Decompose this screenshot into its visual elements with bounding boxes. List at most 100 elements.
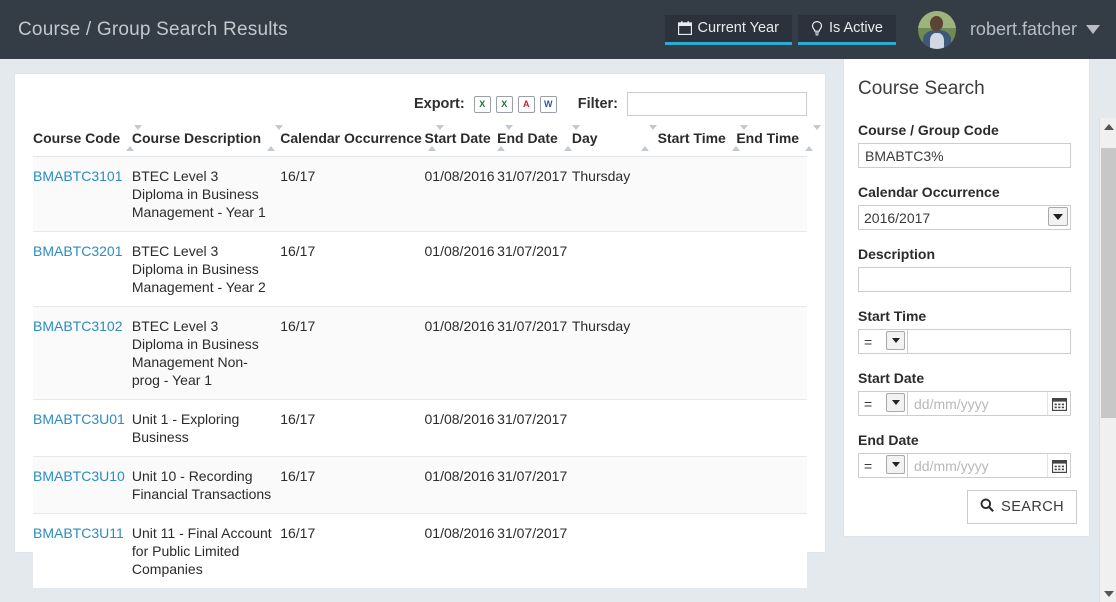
table-row: BMABTC3102 BTEC Level 3 Diploma in Busine… xyxy=(33,306,807,400)
course-code-link[interactable]: BMABTC3102 xyxy=(33,318,122,334)
is-active-label: Is Active xyxy=(828,20,883,36)
course-code-input[interactable] xyxy=(858,143,1071,168)
cell-course-code: BMABTC3101 xyxy=(33,156,132,232)
cell-course-description: Unit 11 - Final Account for Public Limit… xyxy=(131,513,281,589)
course-code-link[interactable]: BMABTC3U10 xyxy=(33,468,125,484)
top-bar: Course / Group Search Results Current Ye… xyxy=(0,0,1116,59)
column-label: Day xyxy=(571,130,598,146)
column-header-day[interactable]: Day xyxy=(571,125,658,157)
course-search-form: Course Search Course / Group Code Calend… xyxy=(844,59,1089,478)
cell-course-description: BTEC Level 3 Diploma in Business Managem… xyxy=(131,231,281,307)
calendar-icon xyxy=(677,21,692,35)
export-pdf-icon[interactable]: A xyxy=(517,95,535,113)
cell-end-time xyxy=(736,399,807,457)
description-input[interactable] xyxy=(858,267,1071,292)
column-header-end-date[interactable]: End Date xyxy=(497,125,580,157)
avatar-shirt xyxy=(929,32,945,49)
description-label: Description xyxy=(858,246,936,262)
cell-end-time xyxy=(736,306,807,400)
table-body: BMABTC3101 BTEC Level 3 Diploma in Busine… xyxy=(33,156,807,589)
export-xml-icon[interactable]: X xyxy=(473,95,491,113)
start-time-input[interactable] xyxy=(908,329,1071,354)
cell-course-code: BMABTC3102 xyxy=(33,306,132,400)
cell-start-time xyxy=(657,306,737,400)
filter-label: Filter: xyxy=(577,96,618,112)
table-header-row: Course Code Course Description Calendar … xyxy=(33,125,822,157)
calendar-occurrence-select[interactable]: 2016/2017 xyxy=(858,205,1071,230)
calendar-icon[interactable] xyxy=(1047,454,1070,477)
start-time-label: Start Time xyxy=(858,308,927,324)
end-date-operator-select[interactable]: = xyxy=(858,453,908,478)
table-header: Course Code Course Description Calendar … xyxy=(33,125,822,157)
column-label: Calendar Occurrence xyxy=(280,130,422,146)
cell-day xyxy=(571,231,658,307)
field-start-date: Start Date = xyxy=(858,370,1071,416)
scrollbar-thumb[interactable] xyxy=(1101,148,1116,418)
results-panel: Export: X X A W Filter: Course Code Cour… xyxy=(14,73,826,589)
cell-start-date: 01/08/2016 xyxy=(424,399,498,457)
table-row: BMABTC3101 BTEC Level 3 Diploma in Busine… xyxy=(33,156,807,232)
cell-course-code: BMABTC3201 xyxy=(33,231,132,307)
cell-day: Thursday xyxy=(571,156,658,232)
column-header-course-code[interactable]: Course Code xyxy=(33,125,143,157)
scroll-up-arrow-icon[interactable] xyxy=(1100,118,1116,135)
cell-calendar-occurrence: 16/17 xyxy=(280,156,425,232)
is-active-toggle[interactable]: Is Active xyxy=(797,14,896,45)
column-header-calendar-occurrence[interactable]: Calendar Occurrence xyxy=(280,125,444,157)
avatar[interactable] xyxy=(917,10,956,49)
magnifier-icon xyxy=(980,498,995,516)
column-label: Course Code xyxy=(33,130,121,146)
course-code-link[interactable]: BMABTC3U01 xyxy=(33,411,125,427)
cell-start-date: 01/08/2016 xyxy=(424,306,498,400)
calendar-icon[interactable] xyxy=(1047,392,1070,415)
cell-course-description: BTEC Level 3 Diploma in Business Managem… xyxy=(131,156,281,232)
table-row: BMABTC3U11 Unit 11 - Final Account for Pu… xyxy=(33,513,807,589)
table-row: BMABTC3U10 Unit 10 - Recording Financial … xyxy=(33,456,807,514)
course-search-panel: Course Search Course / Group Code Calend… xyxy=(843,59,1090,537)
cell-end-date: 31/07/2017 xyxy=(497,231,572,307)
column-header-course-description[interactable]: Course Description xyxy=(131,125,284,157)
start-time-operator-select[interactable]: = xyxy=(858,329,908,354)
cell-course-description: Unit 10 - Recording Financial Transactio… xyxy=(131,456,281,514)
cell-day xyxy=(571,513,658,589)
current-year-toggle[interactable]: Current Year xyxy=(664,14,792,45)
avatar-head xyxy=(930,16,944,31)
course-search-title: Course Search xyxy=(858,78,985,99)
cell-start-date: 01/08/2016 xyxy=(424,513,498,589)
filter-input[interactable] xyxy=(627,92,807,116)
cell-calendar-occurrence: 16/17 xyxy=(280,231,425,307)
field-course-code: Course / Group Code xyxy=(858,122,1071,168)
cell-start-date: 01/08/2016 xyxy=(424,231,498,307)
cell-start-time xyxy=(657,513,737,589)
cell-course-description: BTEC Level 3 Diploma in Business Managem… xyxy=(131,306,281,400)
start-date-operator-select[interactable]: = xyxy=(858,391,908,416)
end-date-label: End Date xyxy=(858,432,919,448)
cell-end-time xyxy=(736,456,807,514)
cell-start-time xyxy=(657,399,737,457)
column-header-end-time[interactable]: End Time xyxy=(736,125,822,157)
user-menu[interactable]: robert.fatcher xyxy=(970,19,1100,40)
course-code-label: Course / Group Code xyxy=(858,122,999,138)
cell-day: Thursday xyxy=(571,306,658,400)
cell-day xyxy=(571,456,658,514)
scroll-down-arrow-icon[interactable] xyxy=(1100,585,1116,602)
export-word-icon[interactable]: W xyxy=(539,95,557,113)
course-code-link[interactable]: BMABTC3201 xyxy=(33,243,122,259)
search-button[interactable]: SEARCH xyxy=(967,490,1077,524)
cell-end-date: 31/07/2017 xyxy=(497,513,572,589)
course-code-link[interactable]: BMABTC3U11 xyxy=(33,525,124,541)
cell-start-time xyxy=(657,456,737,514)
vertical-scrollbar[interactable] xyxy=(1099,118,1116,602)
cell-end-time xyxy=(736,513,807,589)
top-bar-right-group: Current Year Is Active robert.fatcher xyxy=(664,0,1116,59)
cell-end-date: 31/07/2017 xyxy=(497,456,572,514)
results-table: Course Code Course Description Calendar … xyxy=(33,125,822,589)
calendar-occurrence-label: Calendar Occurrence xyxy=(858,184,1000,200)
column-header-start-time[interactable]: Start Time xyxy=(657,125,748,157)
export-excel-icon[interactable]: X xyxy=(495,95,513,113)
field-description: Description xyxy=(858,246,1071,292)
column-label: Course Description xyxy=(131,130,262,146)
sort-arrows-icon xyxy=(805,125,822,151)
column-header-start-date[interactable]: Start Date xyxy=(424,125,513,157)
course-code-link[interactable]: BMABTC3101 xyxy=(33,168,122,184)
